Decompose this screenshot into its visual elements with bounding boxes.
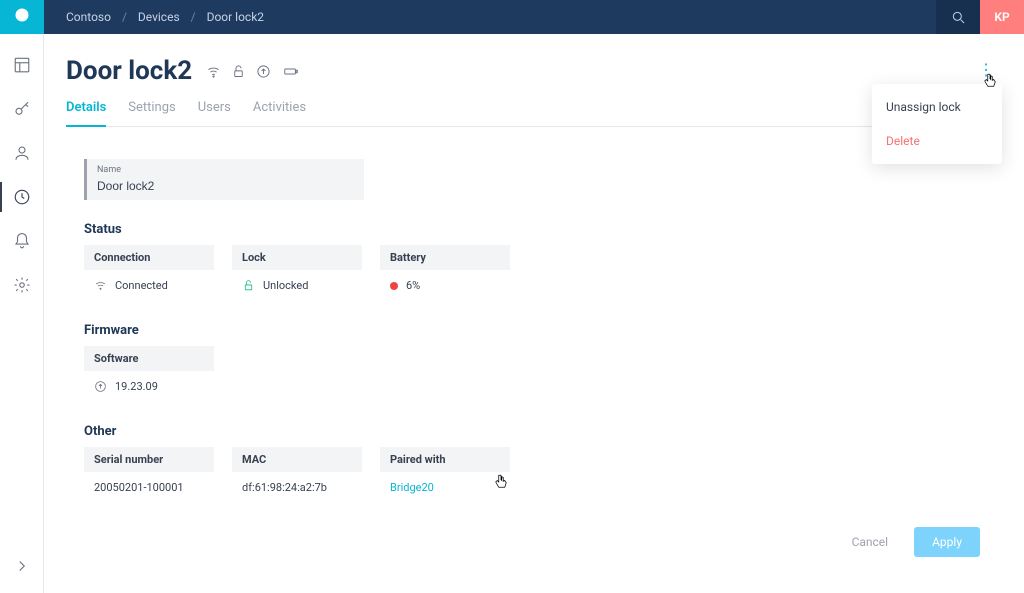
breadcrumb-item[interactable]: Door lock2 bbox=[207, 10, 264, 24]
breadcrumb-sep: / bbox=[191, 10, 196, 24]
apply-button[interactable]: Apply bbox=[914, 527, 980, 557]
unlock-icon bbox=[242, 279, 255, 292]
tab-users[interactable]: Users bbox=[198, 100, 231, 126]
breadcrumb-sep: / bbox=[122, 10, 127, 24]
other-mac-value: df:61:98:24:a2:7b bbox=[232, 472, 362, 503]
tab-settings[interactable]: Settings bbox=[128, 100, 175, 126]
header-main: Contoso / Devices / Door lock2 bbox=[44, 0, 936, 34]
battery-dot-icon bbox=[390, 282, 398, 290]
breadcrumb-section[interactable]: Devices bbox=[138, 10, 180, 24]
status-battery-label: Battery bbox=[380, 245, 510, 270]
clock-icon bbox=[13, 188, 31, 206]
lock-text: Unlocked bbox=[263, 279, 308, 292]
connection-text: Connected bbox=[115, 279, 168, 292]
rail-users[interactable] bbox=[0, 144, 44, 162]
breadcrumb: Contoso / Devices / Door lock2 bbox=[66, 10, 264, 24]
gear-icon bbox=[13, 276, 31, 294]
status-connection-label: Connection bbox=[84, 245, 214, 270]
avatar[interactable]: KP bbox=[980, 0, 1024, 34]
section-status-title: Status bbox=[84, 222, 980, 237]
key-icon bbox=[13, 100, 31, 118]
logo-icon: t bbox=[14, 7, 30, 28]
details-card: Name Status Connection Connected Lock Un… bbox=[66, 145, 998, 575]
status-lock-value: Unlocked bbox=[232, 270, 362, 301]
context-unassign[interactable]: Unassign lock bbox=[872, 90, 1002, 124]
search-icon bbox=[950, 9, 966, 25]
tab-details[interactable]: Details bbox=[66, 100, 106, 127]
context-menu: Unassign lock Delete bbox=[872, 84, 1002, 164]
footer-actions: Cancel Apply bbox=[838, 527, 980, 557]
rail-collapse[interactable] bbox=[0, 557, 44, 593]
top-bar: t Contoso / Devices / Door lock2 KP bbox=[0, 0, 1024, 34]
tabs: Details Settings Users Activities bbox=[66, 100, 998, 127]
other-paired-link[interactable]: Bridge20 bbox=[380, 472, 510, 503]
firmware-software-label: Software bbox=[84, 346, 214, 371]
avatar-initials: KP bbox=[994, 10, 1009, 24]
battery-text: 6% bbox=[406, 279, 420, 292]
battery-icon bbox=[281, 64, 301, 79]
rail-alerts[interactable] bbox=[0, 232, 44, 250]
chevron-right-icon bbox=[13, 557, 31, 575]
title-status-icons bbox=[206, 64, 301, 79]
tab-activities[interactable]: Activities bbox=[253, 100, 306, 126]
status-battery-value: 6% bbox=[380, 270, 510, 301]
page-title-row: Door lock2 bbox=[66, 56, 998, 86]
name-field[interactable]: Name bbox=[84, 159, 364, 200]
svg-text:t: t bbox=[21, 10, 24, 19]
status-connection-value: Connected bbox=[84, 270, 214, 301]
user-icon bbox=[13, 144, 31, 162]
firmware-software-value: 19.23.09 bbox=[84, 371, 214, 402]
update-icon bbox=[94, 380, 107, 393]
wifi-icon bbox=[206, 64, 221, 79]
other-mac-label: MAC bbox=[232, 447, 362, 472]
page-title: Door lock2 bbox=[66, 56, 192, 86]
left-rail bbox=[0, 34, 44, 593]
search-button[interactable] bbox=[936, 0, 980, 34]
cancel-button[interactable]: Cancel bbox=[838, 527, 903, 557]
context-delete[interactable]: Delete bbox=[872, 124, 1002, 158]
unlock-icon bbox=[231, 64, 246, 79]
section-firmware-title: Firmware bbox=[84, 323, 980, 338]
more-actions-button[interactable]: ⋮ bbox=[978, 60, 994, 79]
rail-keys[interactable] bbox=[0, 100, 44, 118]
status-lock-label: Lock bbox=[232, 245, 362, 270]
rail-dashboard[interactable] bbox=[0, 56, 44, 74]
other-serial-value: 20050201-100001 bbox=[84, 472, 214, 503]
breadcrumb-org[interactable]: Contoso bbox=[66, 10, 111, 24]
logo-block[interactable]: t bbox=[0, 0, 44, 34]
section-other-title: Other bbox=[84, 424, 980, 439]
wifi-icon bbox=[94, 279, 107, 292]
other-paired-label: Paired with bbox=[380, 447, 510, 472]
rail-settings[interactable] bbox=[0, 276, 44, 294]
name-label: Name bbox=[97, 165, 354, 175]
name-input[interactable] bbox=[97, 179, 354, 193]
rail-activity[interactable] bbox=[0, 188, 44, 206]
layout-icon bbox=[13, 56, 31, 74]
update-icon bbox=[256, 64, 271, 79]
bell-icon bbox=[13, 232, 31, 250]
other-serial-label: Serial number bbox=[84, 447, 214, 472]
software-text: 19.23.09 bbox=[115, 380, 158, 393]
